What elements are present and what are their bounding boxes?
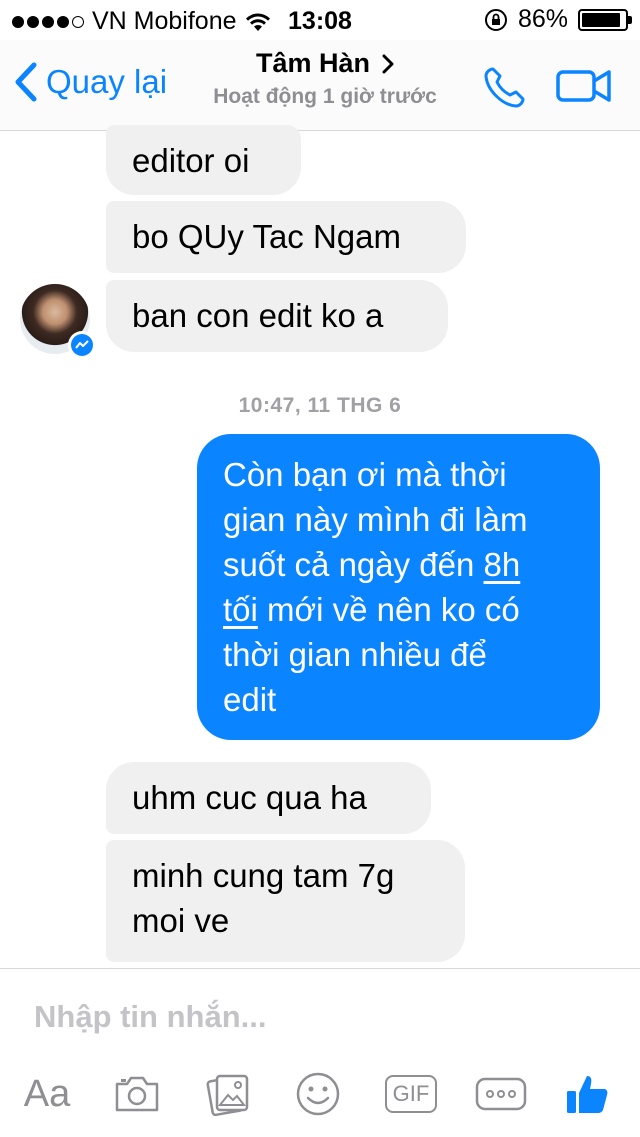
composer-toolbar: Aa GIF [0, 1069, 640, 1119]
message-text: mới về nên ko có [257, 591, 520, 628]
conversation-header: Quay lại Tâm Hàn Hoạt động 1 giờ trước [0, 40, 640, 131]
contact-active-status: Hoạt động 1 giờ trước [213, 85, 437, 108]
message-input[interactable]: Nhập tin nhắn... [34, 999, 267, 1035]
orientation-lock-icon [484, 8, 507, 31]
gif-label: GIF [384, 1075, 438, 1113]
chevron-right-icon [382, 54, 394, 73]
message-text: suốt cả ngày đến [223, 546, 484, 583]
chevron-left-icon [15, 62, 37, 102]
phone-icon[interactable] [480, 64, 528, 112]
incoming-message[interactable]: ban con edit ko a [106, 280, 448, 352]
messenger-badge-icon [68, 331, 96, 359]
gif-button[interactable]: GIF [384, 1069, 438, 1119]
back-label: Quay lại [46, 63, 168, 100]
message-line: suốt cả ngày đến 8h [223, 542, 574, 587]
message-composer: Nhập tin nhắn... Aa GIF [0, 968, 640, 1137]
battery-icon [578, 8, 632, 31]
message-line: moi ve [132, 902, 230, 939]
more-options-icon[interactable] [474, 1069, 528, 1119]
back-button[interactable]: Quay lại [14, 62, 167, 102]
incoming-message[interactable]: bo QUy Tac Ngam [106, 201, 466, 273]
status-bar: VN Mobifone 13:08 86% [0, 0, 640, 40]
battery-area: 86% [484, 5, 632, 34]
message-line: minh cung tam 7g [132, 857, 395, 894]
message-timestamp: 10:47, 11 THG 6 [238, 394, 402, 417]
time-link[interactable]: 8h [484, 546, 521, 583]
message-line: gian này mình đi làm [223, 501, 528, 538]
camera-icon[interactable] [112, 1069, 162, 1119]
video-camera-icon[interactable] [556, 68, 612, 104]
photo-gallery-icon[interactable] [204, 1069, 252, 1119]
incoming-message[interactable]: minh cung tam 7g moi ve [106, 840, 465, 962]
incoming-message[interactable]: uhm cuc qua ha [106, 762, 431, 834]
incoming-message[interactable]: editor oi [106, 125, 301, 195]
battery-percent: 86% [517, 5, 568, 33]
outgoing-message[interactable]: Còn bạn ơi mà thời gian này mình đi làm … [197, 434, 600, 740]
message-line: Còn bạn ơi mà thời [223, 456, 507, 493]
text-format-button[interactable]: Aa [20, 1069, 74, 1119]
message-line: edit [223, 681, 277, 718]
emoji-icon[interactable] [294, 1069, 342, 1119]
message-line: tối mới về nên ko có [223, 587, 574, 632]
message-line: thời gian nhiều để [223, 636, 487, 673]
contact-name: Tâm Hàn [255, 48, 371, 78]
time-link[interactable]: tối [223, 591, 258, 628]
contact-title[interactable]: Tâm Hàn Hoạt động 1 giờ trước [190, 48, 460, 109]
thumbs-up-like-icon[interactable] [562, 1069, 612, 1119]
